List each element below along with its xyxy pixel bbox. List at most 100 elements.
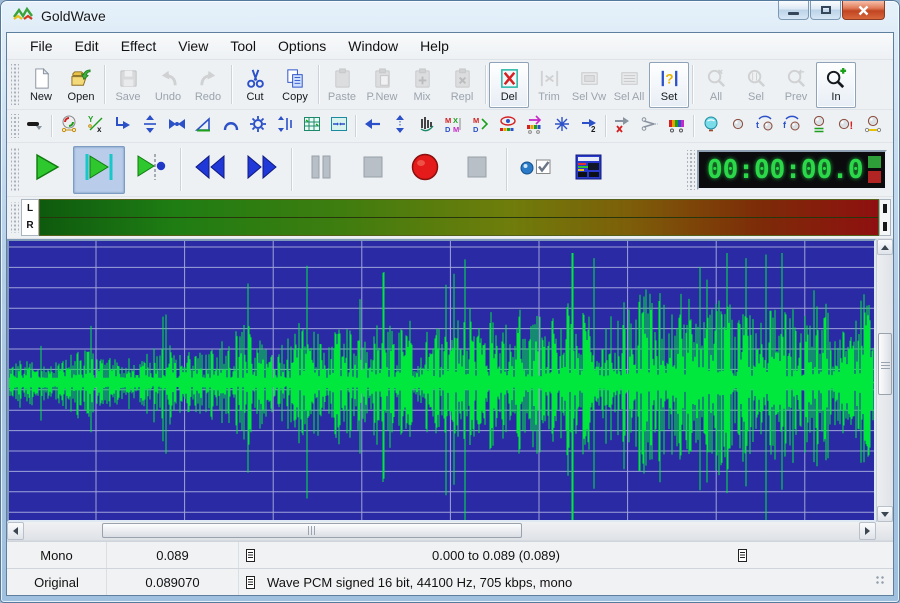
menu-item-edit[interactable]: Edit (64, 35, 110, 57)
record-stop-button[interactable] (451, 146, 503, 194)
toolbar-button-paste[interactable]: Paste (322, 62, 362, 108)
record-button[interactable] (399, 146, 451, 194)
status-list-icon[interactable] (239, 569, 261, 595)
toolbar-button-copy[interactable]: Copy (275, 62, 315, 108)
toolbar-button-trim[interactable]: Trim (529, 62, 569, 108)
menu-item-options[interactable]: Options (267, 35, 337, 57)
effect-button-sphere-small[interactable] (724, 113, 751, 140)
svg-text:M: M (445, 116, 451, 125)
play-selection-button[interactable] (73, 146, 125, 194)
horizontal-scroll-thumb[interactable] (102, 523, 522, 538)
vertical-scroll-thumb[interactable] (878, 333, 892, 395)
titlebar[interactable]: GoldWave (0, 0, 900, 32)
effect-button-offset-arrow[interactable] (109, 113, 136, 140)
toolbar-button-p-new[interactable]: P.New (362, 62, 402, 108)
close-button[interactable] (842, 1, 885, 20)
rewind-button[interactable] (184, 146, 236, 194)
status-list-icon[interactable] (731, 542, 753, 568)
waveform-canvas[interactable] (7, 239, 876, 522)
copy-pages-icon (284, 67, 307, 91)
toolbar-button-mix[interactable]: Mix (402, 62, 442, 108)
stop-button[interactable] (347, 146, 399, 194)
toolbar-button-del[interactable]: Del (489, 62, 529, 108)
effect-button-device-alert[interactable]: ! (832, 113, 859, 140)
menu-item-help[interactable]: Help (409, 35, 460, 57)
effect-button-filter-eye[interactable] (494, 113, 521, 140)
effect-button-doppler[interactable] (55, 113, 82, 140)
effect-button-time-device[interactable]: t (751, 113, 778, 140)
toolbar-button-all[interactable]: All (696, 62, 736, 108)
menu-item-tool[interactable]: Tool (219, 35, 267, 57)
toolbar-effects-drag-handle[interactable] (11, 114, 19, 138)
effect-button-channel-mixer[interactable]: MXDM (440, 113, 467, 140)
effect-button-flange[interactable] (217, 113, 244, 140)
effect-button-pan[interactable]: MD (467, 113, 494, 140)
minimize-button[interactable] (778, 1, 809, 20)
effect-button-mechanize[interactable] (244, 113, 271, 140)
toolbar-button-sel-all[interactable]: Sel All (609, 62, 649, 108)
toolbar-button-set[interactable]: ?Set (649, 62, 689, 108)
resize-grip[interactable] (875, 575, 885, 585)
effect-button-scissors-silence[interactable] (636, 113, 663, 140)
maximize-button[interactable] (810, 1, 841, 20)
horizontal-scroll-track[interactable] (24, 522, 859, 540)
effect-button-maximize-volume[interactable] (136, 113, 163, 140)
effect-button-level-bar[interactable] (21, 113, 48, 140)
svg-text:M: M (453, 125, 459, 134)
effect-button-smoother[interactable] (413, 113, 440, 140)
effect-button-spectrum[interactable] (663, 113, 690, 140)
effect-button-hammer-x[interactable] (609, 113, 636, 140)
effect-button-pitch[interactable] (386, 113, 413, 140)
effect-button-equalizer[interactable] (298, 113, 325, 140)
control-window-button[interactable] (562, 146, 614, 194)
effect-button-reverse[interactable] (359, 113, 386, 140)
toolbar-button-undo[interactable]: Undo (148, 62, 188, 108)
effect-button-device-levels[interactable] (805, 113, 832, 140)
toolbar-button-open[interactable]: Open (61, 62, 101, 108)
effect-button-shape-volume[interactable] (271, 113, 298, 140)
effect-button-frequency-device[interactable]: f (778, 113, 805, 140)
scroll-left-button[interactable] (7, 522, 24, 540)
effect-button-reverb[interactable] (325, 113, 352, 140)
toolbar-button-sel-vw[interactable]: Sel Vw (569, 62, 609, 108)
monitor-check-button[interactable] (510, 146, 562, 194)
vertical-scroll-track[interactable] (877, 255, 893, 506)
toolbar-button-prev[interactable]: Prev (776, 62, 816, 108)
toolbar-button-new[interactable]: New (21, 62, 61, 108)
svg-text:x: x (97, 125, 102, 134)
toolbar-button-label: Paste (328, 91, 356, 103)
effect-button-sphere-large[interactable] (697, 113, 724, 140)
scroll-down-button[interactable] (877, 506, 893, 522)
effect-button-compressor[interactable] (163, 113, 190, 140)
toolbar-button-redo[interactable]: Redo (188, 62, 228, 108)
toolbar-button-sel[interactable]: Sel (736, 62, 776, 108)
meter-drag-handle[interactable] (11, 202, 19, 233)
pause-button[interactable] (295, 146, 347, 194)
effect-button-fade[interactable] (190, 113, 217, 140)
menu-item-window[interactable]: Window (337, 35, 409, 57)
scroll-up-button[interactable] (877, 239, 893, 255)
toolbar-main-drag-handle[interactable] (11, 64, 19, 105)
menu-item-view[interactable]: View (167, 35, 219, 57)
offset-arrow-icon (113, 114, 133, 139)
effect-button-expression-evaluator[interactable]: Yx (82, 113, 109, 140)
toolbar-button-in[interactable]: In (816, 62, 856, 108)
effect-button-playback-rate[interactable]: 2 (575, 113, 602, 140)
paste-new-icon (371, 67, 394, 91)
toolbar-transport-drag-handle[interactable] (11, 147, 19, 192)
scroll-right-button[interactable] (859, 522, 876, 540)
toolbar-button-save[interactable]: Save (108, 62, 148, 108)
play-button[interactable] (21, 146, 73, 194)
fast-forward-button[interactable] (236, 146, 288, 194)
lcd-drag-handle[interactable] (687, 150, 695, 190)
effect-button-noise-reduction[interactable] (548, 113, 575, 140)
fade-icon (194, 114, 214, 139)
effect-button-device-link[interactable] (859, 113, 886, 140)
toolbar-button-cut[interactable]: Cut (235, 62, 275, 108)
toolbar-button-repl[interactable]: Repl (442, 62, 482, 108)
play-marker-button[interactable] (125, 146, 177, 194)
menu-item-effect[interactable]: Effect (110, 35, 168, 57)
menu-item-file[interactable]: File (19, 35, 64, 57)
status-list-icon[interactable] (239, 542, 261, 568)
effect-button-time-warp[interactable] (521, 113, 548, 140)
